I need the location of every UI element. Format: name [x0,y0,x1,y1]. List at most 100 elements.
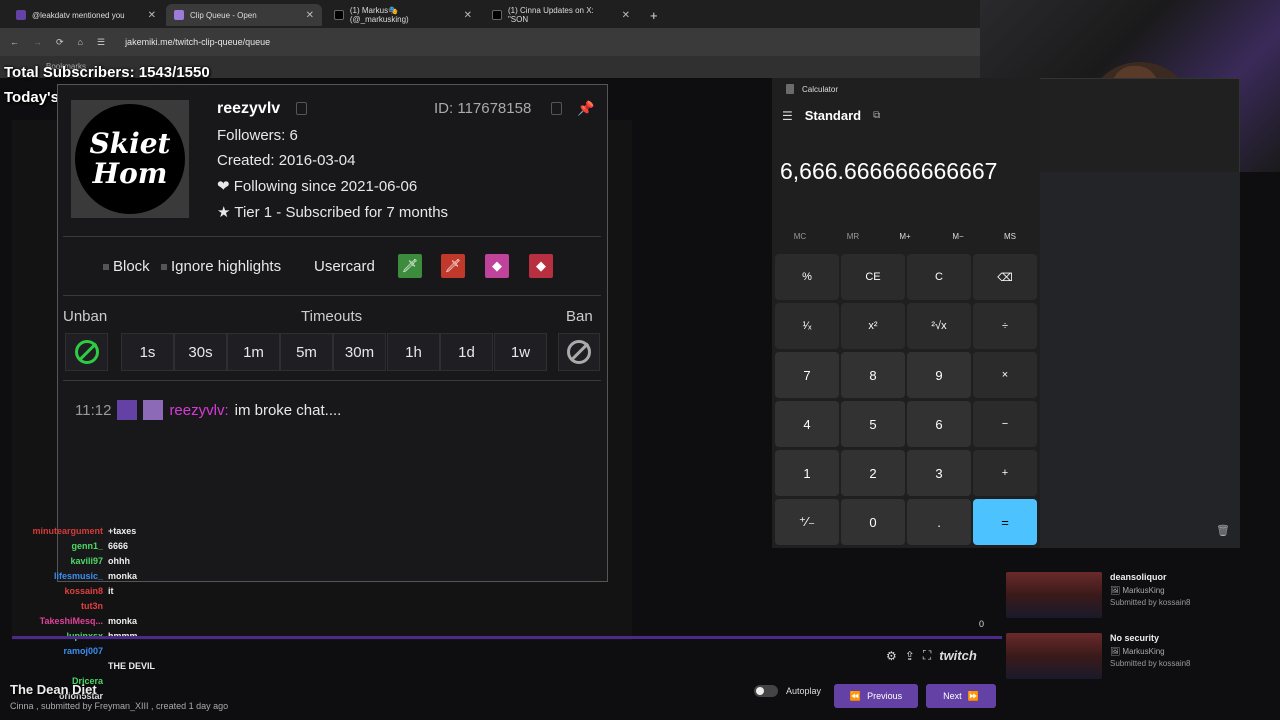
clip-counter: 0 [979,619,985,629]
copy-id-icon[interactable] [551,102,562,115]
user-name[interactable]: reezyvlv [217,100,280,118]
timeout-30m-button[interactable]: 30m [333,333,386,371]
timeout-1d-button[interactable]: 1d [440,333,493,371]
percent-key[interactable]: % [775,254,839,300]
five-key[interactable]: 5 [841,401,905,447]
subtract-key[interactable]: − [973,401,1037,447]
timeout-1s-button[interactable]: 1s [121,333,174,371]
chat-username[interactable]: genn1_ [0,541,103,551]
decimal-key[interactable]: . [907,499,971,545]
timeout-1h-button[interactable]: 1h [387,333,440,371]
memory-store-button[interactable]: MS [990,232,1030,241]
close-tab-icon[interactable]: ✕ [306,10,314,21]
memory-add-button[interactable]: M+ [885,232,925,241]
tab-leakdatv[interactable]: @leakdatv mentioned you ✕ [8,4,164,26]
nine-key[interactable]: 9 [907,352,971,398]
tab-clip-queue[interactable]: Clip Queue - Open ✕ [166,4,322,26]
mod-gem-icon[interactable]: ◆ [529,254,553,278]
reciprocal-key[interactable]: ¹⁄ₓ [775,303,839,349]
divide-key[interactable]: ÷ [973,303,1037,349]
url-field[interactable]: jakemiki.me/twitch-clip-queue/queue [125,37,270,47]
equals-key[interactable]: = [973,499,1037,545]
close-tab-icon[interactable]: ✕ [464,10,472,21]
timeout-1m-button[interactable]: 1m [227,333,280,371]
chat-line: lifesmusic_ monka [0,571,137,581]
chat-username[interactable]: lifesmusic_ [0,571,103,581]
twitch-logo[interactable]: twitch [939,648,977,663]
eight-key[interactable]: 8 [841,352,905,398]
site-info-icon[interactable]: ☰ [97,37,105,48]
reload-icon[interactable]: ⟳ [56,37,64,48]
chat-username[interactable]: minuteargument [0,526,103,536]
three-key[interactable]: 3 [907,450,971,496]
trash-icon[interactable]: 🗑 [1216,524,1230,537]
pin-icon[interactable]: 📌 [577,100,594,116]
share-icon[interactable]: ⇪ [905,649,915,663]
square-key[interactable]: x² [841,303,905,349]
clip-title: The Dean Diet [10,682,97,697]
video-progress-bar[interactable] [12,636,1002,639]
vip-sword-icon[interactable]: 🗡 [398,254,422,278]
timeout-30s-button[interactable]: 30s [174,333,227,371]
calculator-title: Calculator [802,84,839,94]
block-option[interactable]: Block [103,258,150,275]
hamburger-menu-icon[interactable]: ☰ [782,109,793,123]
clear-key[interactable]: C [907,254,971,300]
backspace-key[interactable]: ⌫ [973,254,1037,300]
tab-markus[interactable]: (1) Markus🎭 (@_markusking) ✕ [326,4,480,26]
negate-key[interactable]: ⁺⁄₋ [775,499,839,545]
one-key[interactable]: 1 [775,450,839,496]
user-id: ID: 117678158 [434,100,532,117]
message-username[interactable]: reezyvlv: [169,402,228,419]
chat-username[interactable]: tut3n [0,601,103,611]
new-tab-button[interactable]: + [642,4,662,26]
forward-icon[interactable]: → [33,37,42,47]
chat-username[interactable] [0,661,103,671]
clip-thumbnail [1006,633,1102,679]
chat-username[interactable]: TakeshiMesq... [0,616,103,626]
multiply-key[interactable]: × [973,352,1037,398]
chat-username[interactable]: kavili97 [0,556,103,566]
back-icon[interactable]: ← [10,37,19,47]
zero-key[interactable]: 0 [841,499,905,545]
add-key[interactable]: + [973,450,1037,496]
next-button[interactable]: Next ⏩ [926,684,996,708]
seven-key[interactable]: 7 [775,352,839,398]
clear-entry-key[interactable]: CE [841,254,905,300]
close-tab-icon[interactable]: ✕ [622,10,630,21]
unban-button[interactable] [65,333,108,371]
mod-sword-icon[interactable]: 🗡 [441,254,465,278]
vip-gem-icon[interactable]: ◆ [485,254,509,278]
chat-username[interactable]: kossain8 [0,586,103,596]
block-checkbox[interactable] [103,263,109,270]
usercard-link[interactable]: Usercard [314,258,375,275]
two-key[interactable]: 2 [841,450,905,496]
close-tab-icon[interactable]: ✕ [148,10,156,21]
ban-button[interactable] [558,333,600,371]
settings-icon[interactable]: ⚙ [886,649,897,663]
divider [63,236,601,237]
clip-card[interactable]: No security 🖼 MarkusKing Submitted by ko… [1006,633,1266,683]
ignore-highlights-checkbox[interactable] [161,263,167,270]
memory-subtract-button[interactable]: M− [938,232,978,241]
tab-cinna-updates[interactable]: (1) Cinna Updates on X: "SON ✕ [484,4,638,26]
clip-card[interactable]: deansoliquor 🖼 MarkusKing Submitted by k… [1006,572,1266,622]
timeout-1w-button[interactable]: 1w [494,333,547,371]
six-key[interactable]: 6 [907,401,971,447]
autoplay-toggle[interactable]: Autoplay [754,685,821,697]
previous-button[interactable]: ⏪ Previous [834,684,918,708]
memory-clear-button[interactable]: MC [780,232,820,241]
copy-name-icon[interactable] [296,102,307,115]
chat-username[interactable]: ramoj007 [0,646,103,656]
memory-recall-button[interactable]: MR [833,232,873,241]
timeout-5m-button[interactable]: 5m [280,333,333,371]
fullscreen-icon[interactable]: ⛶ [923,648,931,663]
keep-on-top-icon[interactable]: ⧉ [873,110,880,121]
next-label: Next [943,691,962,701]
square-root-key[interactable]: ²√x [907,303,971,349]
four-key[interactable]: 4 [775,401,839,447]
autoplay-switch[interactable] [754,685,778,697]
home-icon[interactable]: ⌂ [78,37,83,47]
ignore-highlights-option[interactable]: Ignore highlights [161,258,281,275]
calculator-mode: Standard [804,108,862,123]
